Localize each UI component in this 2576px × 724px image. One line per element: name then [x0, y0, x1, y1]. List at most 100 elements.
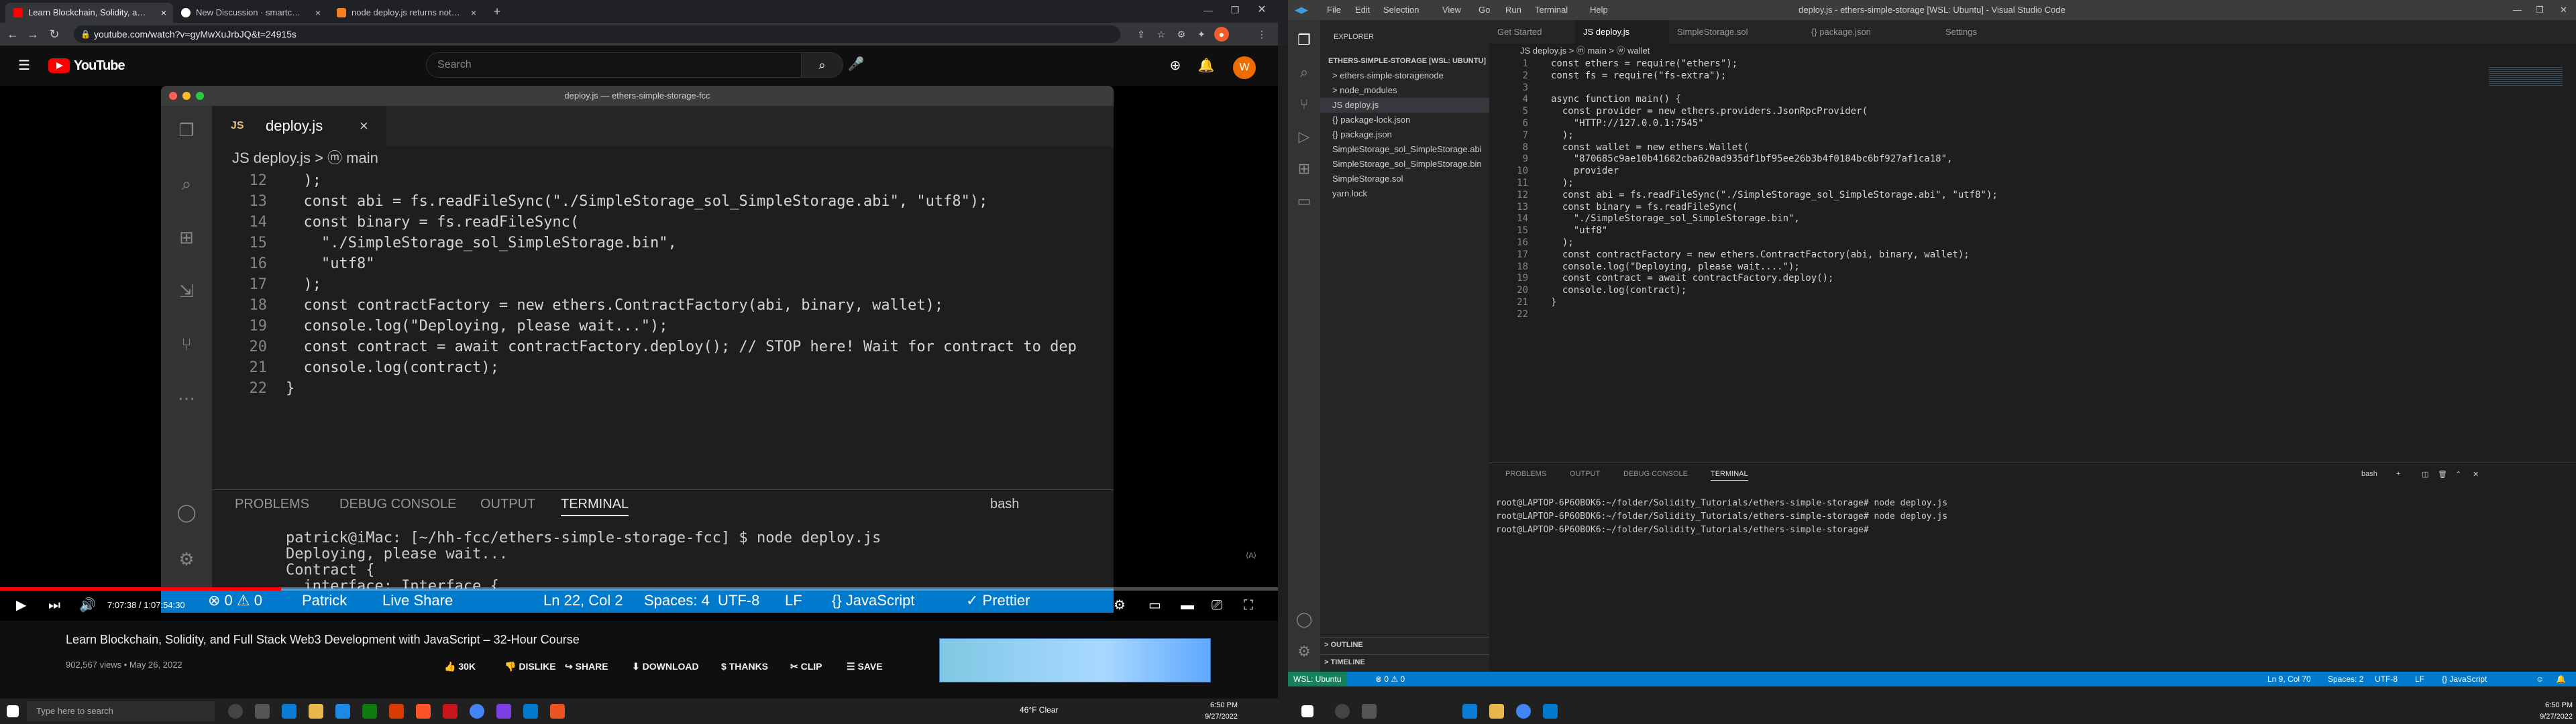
code-line[interactable]: const wallet = new ethers.Wallet( [1551, 142, 1749, 154]
window-close-icon[interactable]: ✕ [1254, 3, 1269, 17]
file-explorer-icon[interactable] [1489, 704, 1504, 719]
miniplayer-icon[interactable]: ▭ [1148, 592, 1161, 619]
trash-icon[interactable]: 🗑 [2438, 470, 2447, 479]
edge-icon[interactable] [1462, 704, 1477, 719]
code-line[interactable]: ); [1551, 178, 1574, 190]
extension-icon[interactable]: ⚙ [1174, 27, 1189, 42]
minimize-icon[interactable]: — [2513, 0, 2522, 20]
clip-button[interactable]: ✂ CLIP [790, 661, 822, 672]
app-icon[interactable] [496, 704, 511, 719]
youtube-search-input[interactable]: Search [426, 52, 802, 78]
browser-tab-discussion[interactable]: New Discussion · smartcontractk × [173, 3, 327, 23]
taskbar-search-input[interactable]: Type here to search [27, 701, 215, 721]
restore-icon[interactable]: ❐ [2536, 0, 2544, 20]
office-icon[interactable] [389, 704, 404, 719]
url-bar[interactable]: 🔒 youtube.com/watch?v=gyMwXuJrbJQ&t=2491… [74, 25, 1120, 43]
close-panel-icon[interactable]: ✕ [2473, 470, 2479, 479]
tab-settings[interactable]: Settings [1937, 20, 2011, 44]
new-tab-plus-icon[interactable]: + [490, 4, 504, 19]
status-problems[interactable]: ⊗ 0 ⚠ 0 [1375, 672, 1405, 686]
ubuntu-icon[interactable] [550, 704, 565, 719]
extensions-icon[interactable]: ⊞ [1295, 160, 1313, 178]
video-progress-bar[interactable] [0, 587, 1278, 591]
extensions-puzzle-icon[interactable]: ✦ [1194, 27, 1209, 42]
file-tree-item[interactable]: SimpleStorage_sol_SimpleStorage.abi [1320, 142, 1489, 157]
file-tree-item[interactable]: > ethers-simple-storagenode [1320, 68, 1489, 83]
terminal-output[interactable]: root@LAPTOP-6P6OBOK6:~/folder/Solidity_T… [1496, 497, 1947, 537]
panel-tab-debug-console[interactable]: DEBUG CONSOLE [1623, 470, 1688, 478]
like-button[interactable]: 👍 30K [444, 661, 476, 672]
youtube-logo[interactable]: YouTube [48, 58, 125, 74]
code-line[interactable]: const fs = require("fs-extra"); [1551, 70, 1726, 82]
app-icon[interactable] [443, 704, 458, 719]
thanks-button[interactable]: $ THANKS [721, 661, 768, 672]
file-tree-item[interactable]: SimpleStorage_sol_SimpleStorage.bin [1320, 157, 1489, 172]
code-line[interactable]: "HTTP://127.0.0.1:7545" [1551, 118, 1704, 130]
file-tree-item[interactable]: SimpleStorage.sol [1320, 172, 1489, 186]
search-icon[interactable]: ⌕ [802, 52, 843, 78]
maximize-panel-icon[interactable]: ⌃ [2455, 470, 2461, 479]
menu-terminal[interactable]: Terminal [1535, 0, 1568, 20]
outline-section[interactable]: > OUTLINE [1320, 637, 1489, 652]
code-line[interactable]: const abi = fs.readFileSync("./SimpleSto… [1551, 190, 1998, 202]
file-tree-item[interactable]: JS deploy.js [1320, 98, 1489, 113]
fullscreen-icon[interactable]: ⛶ [1244, 592, 1253, 619]
menu-go[interactable]: Go [1479, 0, 1490, 20]
shell-selector[interactable]: bash [2361, 470, 2377, 478]
code-line[interactable]: "./SimpleStorage_sol_SimpleStorage.bin", [1551, 213, 1800, 225]
menu-view[interactable]: View [1442, 0, 1461, 20]
browser-tab-stackoverflow[interactable]: node deploy.js returns nothing × [329, 3, 483, 23]
ad-banner[interactable] [939, 638, 1211, 682]
code-line[interactable]: console.log("Deploying, please wait...."… [1551, 261, 1800, 274]
notifications-bell-icon[interactable]: 🔔 [1197, 58, 1216, 74]
file-tree-item[interactable]: yarn.lock [1320, 186, 1489, 201]
menu-dots-icon[interactable]: ⋮ [1254, 27, 1269, 42]
windows-start-icon[interactable] [1301, 705, 1313, 717]
scrollbar[interactable] [1278, 46, 1288, 699]
account-icon[interactable]: ◯ [1295, 610, 1313, 629]
status-eol[interactable]: LF [2415, 672, 2424, 686]
tab-package-json[interactable]: {} package.json [1803, 20, 1937, 44]
hamburger-menu-icon[interactable]: ☰ [15, 58, 34, 74]
panel-tab-terminal[interactable]: TERMINAL [1711, 470, 1748, 481]
play-icon[interactable]: ▶ [16, 592, 26, 619]
status-encoding[interactable]: UTF-8 [2375, 672, 2398, 686]
file-tree-item[interactable]: > node_modules [1320, 83, 1489, 98]
xbox-icon[interactable] [362, 704, 377, 719]
breadcrumb[interactable]: JS deploy.js > ⓜ main > ⓦ wallet [1489, 44, 2576, 58]
vscode-icon[interactable] [523, 704, 538, 719]
run-debug-icon[interactable]: ▷ [1295, 127, 1313, 146]
code-line[interactable]: const provider = new ethers.providers.Js… [1551, 106, 1868, 118]
restore-icon[interactable]: ❐ [1228, 3, 1242, 17]
chrome-icon[interactable] [470, 704, 484, 719]
vscode-icon[interactable] [1543, 704, 1558, 719]
code-line[interactable]: const ethers = require("ethers"); [1551, 58, 1737, 70]
clock[interactable]: 6:50 PM 9/27/2022 [1197, 700, 1238, 723]
browser-tab-youtube[interactable]: Learn Blockchain, Solidity, and Fu × [5, 3, 173, 23]
code-line[interactable]: ); [1551, 130, 1574, 142]
file-tree-item[interactable]: {} package.json [1320, 127, 1489, 142]
profile-icon[interactable]: ● [1214, 27, 1229, 42]
window-close-icon[interactable]: ✕ [2560, 0, 2567, 20]
share-button[interactable]: ↪ SHARE [565, 661, 608, 672]
avatar[interactable]: W [1233, 56, 1256, 79]
code-line[interactable]: async function main() { [1551, 94, 1681, 106]
panel-tab-output[interactable]: OUTPUT [1570, 470, 1600, 478]
timeline-section[interactable]: > TIMELINE [1320, 654, 1489, 669]
minimap[interactable] [2489, 67, 2563, 87]
windows-start-icon[interactable] [7, 705, 19, 717]
file-explorer-icon[interactable] [309, 704, 323, 719]
save-button[interactable]: ☰ SAVE [847, 661, 883, 672]
status-cursor[interactable]: Ln 9, Col 70 [2267, 672, 2311, 686]
weather-widget[interactable]: 46°F Clear [1020, 705, 1059, 715]
remote-explorer-icon[interactable]: ▭ [1295, 192, 1313, 210]
settings-gear-icon[interactable]: ⚙ [1114, 592, 1126, 619]
theater-icon[interactable]: ▬ [1181, 592, 1194, 619]
file-tree-item[interactable]: {} package-lock.json [1320, 113, 1489, 127]
status-spaces[interactable]: Spaces: 2 [2328, 672, 2363, 686]
dislike-button[interactable]: 👎 DISLIKE [504, 661, 556, 672]
code-editor[interactable]: 1 const ethers = require("ethers"); 2 const… [1489, 58, 2576, 447]
cast-icon[interactable]: ⎚ [1212, 592, 1222, 619]
brave-icon[interactable] [416, 704, 431, 719]
explorer-root[interactable]: ETHERS-SIMPLE-STORAGE [WSL: UBUNTU] [1320, 54, 1489, 68]
